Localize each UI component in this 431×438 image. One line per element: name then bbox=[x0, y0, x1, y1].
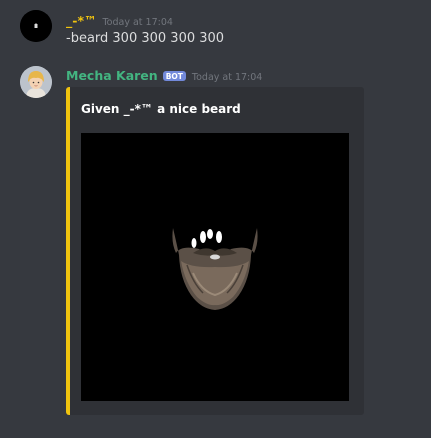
timestamp: Today at 17:04 bbox=[102, 17, 173, 28]
timestamp: Today at 17:04 bbox=[191, 72, 263, 83]
message-header: Mecha Karen BOT Today at 17:04 bbox=[66, 68, 262, 83]
message-text: -beard 300 300 300 300 bbox=[66, 31, 225, 46]
user-avatar[interactable] bbox=[20, 10, 52, 42]
beard-image bbox=[81, 133, 349, 401]
dark-avatar-icon bbox=[20, 10, 52, 42]
chat-view: _-*™ Today at 17:04 -beard 300 300 300 3… bbox=[0, 0, 431, 438]
embed-title: Given _-*™ a nice beard bbox=[81, 102, 241, 116]
bot-username[interactable]: Mecha Karen bbox=[66, 68, 158, 83]
message-header: _-*™ Today at 17:04 bbox=[66, 13, 173, 28]
embed-image[interactable] bbox=[81, 133, 349, 401]
blonde-person-avatar-icon bbox=[20, 66, 52, 98]
bot-avatar[interactable] bbox=[20, 66, 52, 98]
embed-accent-bar bbox=[66, 87, 70, 415]
username[interactable]: _-*™ bbox=[66, 13, 96, 28]
embed-card: Given _-*™ a nice beard bbox=[66, 87, 364, 415]
bot-tag: BOT bbox=[162, 71, 186, 81]
